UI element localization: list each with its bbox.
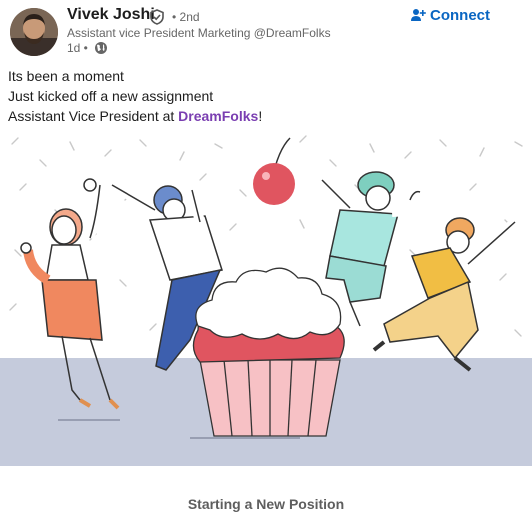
caption-bar [0, 466, 532, 522]
celebration-illustration[interactable] [0, 130, 532, 466]
post-text: Its been a moment Just kicked off a new … [8, 66, 262, 126]
celebration-artwork [0, 135, 532, 466]
company-mention[interactable]: DreamFolks [178, 108, 258, 124]
avatar-photo [10, 8, 58, 56]
figure-man-yellow [372, 217, 519, 372]
celebration-caption: Starting a New Position [187, 496, 345, 512]
post-line-3-prefix: Assistant Vice President at [8, 108, 179, 124]
cherry [253, 137, 295, 205]
cupcake [192, 267, 345, 437]
author-name[interactable]: Vivek Joshi [67, 6, 155, 24]
author-headline: Assistant vice President Marketing @Drea… [67, 26, 331, 40]
connect-label: Connect [430, 6, 490, 24]
post-line-3-suffix: ! [258, 108, 263, 124]
author-avatar[interactable] [10, 8, 58, 56]
post-timestamp: 1d • [67, 41, 88, 55]
post-line-3: Assistant Vice President at DreamFolks! [8, 106, 262, 126]
post-line-1: Its been a moment [8, 68, 124, 84]
globe-icon [95, 42, 107, 54]
post-header: Vivek Joshi • 2nd Assistant vice Preside… [0, 0, 532, 62]
connection-degree: • 2nd [172, 10, 200, 24]
add-person-icon [411, 9, 426, 21]
post-line-2: Just kicked off a new assignment [8, 88, 214, 104]
connect-button[interactable]: Connect [410, 4, 490, 26]
figure-man-teal [318, 171, 429, 327]
shield-check-icon [150, 9, 164, 25]
